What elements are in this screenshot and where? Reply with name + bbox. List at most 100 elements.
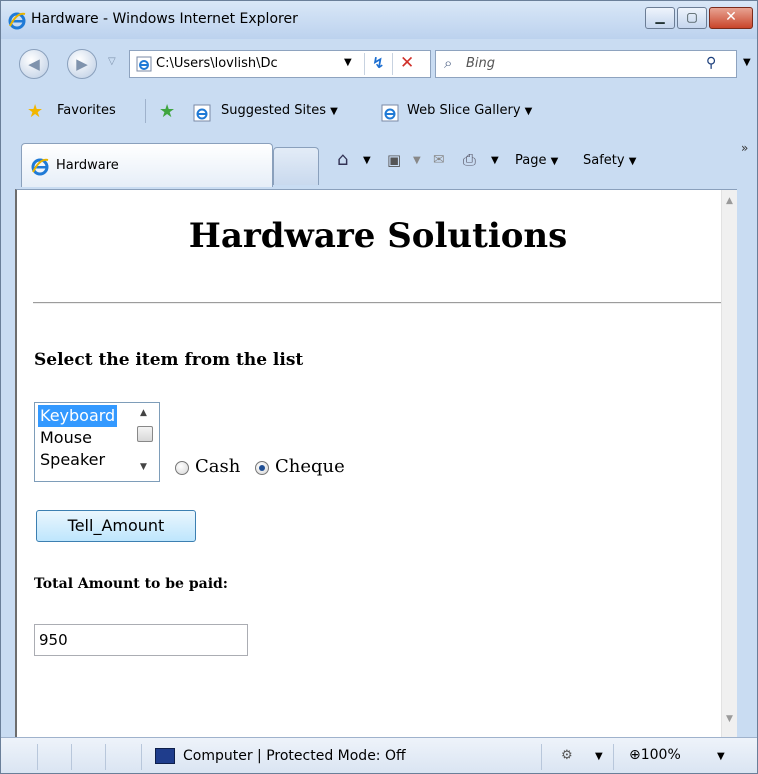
scroll-up-arrow-icon[interactable]: ▲ [140,408,147,418]
status-separator [37,744,38,770]
status-separator [105,744,106,770]
close-button[interactable]: ✕ [709,7,753,29]
cash-radio[interactable] [175,461,189,475]
favorites-button[interactable]: Favorites [57,103,116,118]
list-option-keyboard[interactable]: Keyboard [38,405,118,427]
status-separator [541,744,542,770]
page-title: Hardware Solutions [188,216,568,256]
web-slice-gallery-link[interactable]: Web Slice Gallery ▼ [407,103,532,118]
address-url[interactable]: C:\Users\lovlish\Dc [156,56,342,71]
title-bar: Hardware - Windows Internet Explorer ▁ ▢… [1,1,757,39]
status-separator [613,744,614,770]
status-separator [71,744,72,770]
forward-arrow-icon: ▶ [76,55,88,73]
recent-pages-dropdown[interactable]: ▽ [108,56,116,67]
ie-page-icon [381,104,399,122]
address-dropdown-icon[interactable]: ▼ [344,57,352,68]
rss-feed-icon[interactable]: ▣ [387,151,401,169]
protected-mode-icon[interactable]: ⚙ [561,748,573,763]
address-bar[interactable]: C:\Users\lovlish\Dc ▼ ↯ ✕ [129,50,431,78]
total-amount-field[interactable]: 950 [34,624,248,656]
maximize-icon: ▢ [686,10,698,24]
status-separator [141,744,142,770]
list-option-mouse[interactable]: Mouse [38,427,94,449]
favorites-separator [145,99,146,123]
search-go-icon[interactable]: ⚲ [706,55,716,71]
tell-amount-button[interactable]: Tell_Amount [36,510,196,542]
horizontal-rule [33,302,721,304]
scrollbar-thumb[interactable] [137,426,153,442]
refresh-icon[interactable]: ↯ [372,54,385,72]
cheque-radio[interactable] [255,461,269,475]
suggested-sites-link[interactable]: Suggested Sites ▼ [221,103,338,118]
chevron-down-icon[interactable]: ▼ [595,751,603,762]
minimize-icon: ▁ [655,10,665,24]
list-option-speaker[interactable]: Speaker [38,449,107,471]
mail-icon[interactable]: ✉ [433,152,445,168]
print-icon[interactable]: ⎙ [463,150,476,170]
search-box[interactable]: ⌕ Bing ⚲ [435,50,737,78]
bing-search-icon: ⌕ [444,54,453,72]
window-title: Hardware - Windows Internet Explorer [31,11,298,27]
computer-zone-icon [155,748,175,764]
new-tab-button[interactable] [273,147,319,185]
favorites-bar: ★ Favorites ★ Suggested Sites ▼ Web Slic… [1,91,757,133]
scroll-down-arrow-icon[interactable]: ▼ [726,714,733,724]
home-icon[interactable]: ⌂ [337,149,348,170]
favorites-star-icon: ★ [27,101,44,122]
browser-window: Hardware - Windows Internet Explorer ▁ ▢… [0,0,758,774]
page-menu-label: Page [515,153,547,168]
listbox-scrollbar[interactable]: ▲ ▼ [134,404,158,480]
home-dropdown-icon[interactable]: ▼ [363,155,371,166]
navigation-bar: ◀ ▶ ▽ C:\Users\lovlish\Dc ▼ ↯ ✕ ⌕ Bing ⚲… [1,39,757,91]
zoom-level[interactable]: ⊕100% [629,747,681,763]
safety-menu-label: Safety [583,153,625,168]
tab-label: Hardware [56,158,119,173]
page-menu[interactable]: Page ▼ [515,153,558,168]
total-amount-label: Total Amount to be paid: [34,576,228,592]
forward-button[interactable]: ▶ [67,49,97,79]
stop-icon[interactable]: ✕ [400,53,414,73]
print-dropdown-icon[interactable]: ▼ [491,155,499,166]
page-scrollbar[interactable]: ▲ ▼ [721,190,737,737]
page-content: Hardware Solutions Select the item from … [15,189,737,737]
zoom-icon: ⊕ [629,747,641,763]
add-to-favorites-icon[interactable]: ★ [159,103,175,121]
tab-bar: Hardware ⌂ ▼ ▣ ▼ ✉ ⎙ ▼ Page ▼ Safety ▼ » [1,133,757,189]
maximize-button[interactable]: ▢ [677,7,707,29]
search-input[interactable]: Bing [466,56,495,71]
chevron-down-icon: ▼ [330,106,338,117]
more-commands-icon[interactable]: » [741,141,748,155]
back-button[interactable]: ◀ [19,49,49,79]
security-zone-text[interactable]: Computer | Protected Mode: Off [183,748,406,764]
ie-logo-icon [31,158,49,176]
window-controls: ▁ ▢ ✕ [643,7,753,29]
status-bar: Computer | Protected Mode: Off ⚙ ▼ ⊕100%… [1,737,757,773]
chevron-down-icon: ▼ [628,156,637,167]
ie-logo-icon [8,12,26,30]
scroll-down-arrow-icon[interactable]: ▼ [140,462,147,472]
ie-page-icon [193,104,211,122]
zoom-value: 100% [640,747,681,763]
search-options-dropdown-icon[interactable]: ▼ [743,57,751,68]
select-item-label: Select the item from the list [34,350,304,370]
address-separator [392,53,393,75]
ie-page-icon [136,56,152,72]
cheque-radio-label: Cheque [275,456,345,477]
web-slice-label: Web Slice Gallery [407,103,521,118]
back-arrow-icon: ◀ [28,55,40,73]
cash-radio-label: Cash [195,456,241,477]
web-page: Hardware Solutions Select the item from … [17,190,737,737]
item-listbox[interactable]: Keyboard Mouse Speaker ▲ ▼ [34,402,160,482]
chevron-down-icon: ▼ [550,156,559,167]
chevron-down-icon: ▼ [524,106,533,117]
close-icon: ✕ [725,9,737,25]
safety-menu[interactable]: Safety ▼ [583,153,636,168]
suggested-sites-label: Suggested Sites [221,103,326,118]
feeds-dropdown-icon[interactable]: ▼ [413,155,421,166]
zoom-dropdown-icon[interactable]: ▼ [717,751,725,762]
tab-hardware[interactable]: Hardware [21,143,273,187]
address-separator [364,53,365,75]
scroll-up-arrow-icon[interactable]: ▲ [726,196,733,206]
minimize-button[interactable]: ▁ [645,7,675,29]
